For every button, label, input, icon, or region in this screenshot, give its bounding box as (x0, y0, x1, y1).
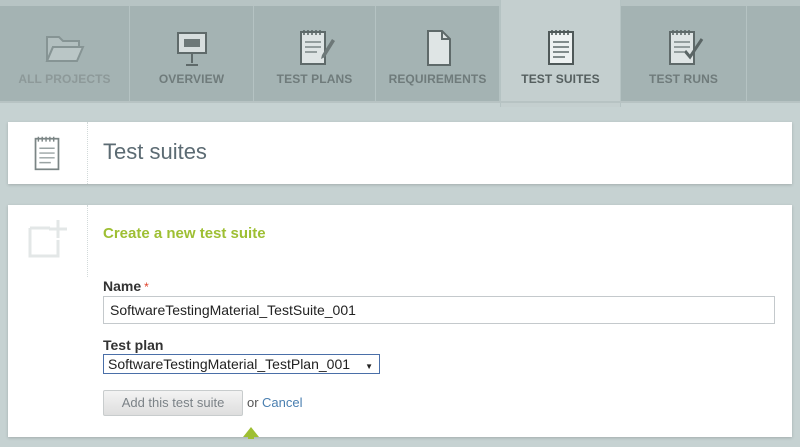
test-plan-selected-value: SoftwareTestingMaterial_TestPlan_001 (108, 356, 351, 372)
tab-test-plans[interactable]: TEST PLANS (254, 6, 376, 101)
name-label: Name * (103, 278, 149, 294)
or-text: or (247, 395, 259, 410)
notepad-icon (538, 25, 584, 71)
notepad-pencil-icon (292, 25, 338, 71)
form-title: Create a new test suite (103, 225, 266, 242)
header-icon-column (8, 122, 88, 184)
name-label-text: Name (103, 278, 142, 294)
page-header-card: Test suites (8, 122, 792, 184)
notepad-icon (34, 136, 60, 171)
test-plan-select[interactable]: SoftwareTestingMaterial_TestPlan_001 ▼ (103, 354, 380, 374)
tab-requirements[interactable]: REQUIREMENTS (376, 6, 500, 101)
tab-label: ALL PROJECTS (18, 72, 111, 86)
page-title: Test suites (103, 139, 207, 164)
tab-label: TEST SUITES (521, 72, 600, 86)
dropdown-arrow-icon: ▼ (365, 362, 373, 371)
add-test-suite-button[interactable]: Add this test suite (103, 390, 243, 416)
folder-icon (42, 25, 88, 71)
name-input[interactable] (103, 296, 775, 324)
tab-test-suites[interactable]: TEST SUITES (500, 0, 621, 107)
tab-test-runs[interactable]: TEST RUNS (621, 6, 747, 101)
add-page-icon (28, 220, 67, 258)
required-marker: * (144, 280, 149, 294)
create-test-suite-card: Create a new test suite Name* Test plan … (8, 205, 792, 439)
test-plan-label: Test plan (103, 337, 164, 353)
tab-label: REQUIREMENTS (388, 72, 487, 86)
pointer-arrow-icon (243, 427, 259, 439)
form-icon-column (8, 205, 88, 277)
presentation-board-icon (169, 25, 215, 71)
tab-label: OVERVIEW (158, 72, 225, 86)
tab-label: TEST RUNS (649, 72, 718, 86)
tab-all-projects[interactable]: ALL PROJECTS (0, 6, 130, 101)
top-navigation: ALL PROJECTS OVERVIEW TEST PLANS REQUIRE… (0, 0, 800, 107)
tab-overview[interactable]: OVERVIEW (130, 6, 254, 101)
tab-label: TEST PLANS (276, 72, 353, 86)
notepad-check-icon (661, 25, 707, 71)
nav-divider (0, 101, 800, 103)
document-icon (415, 25, 461, 71)
cancel-link[interactable]: Cancel (262, 395, 302, 410)
